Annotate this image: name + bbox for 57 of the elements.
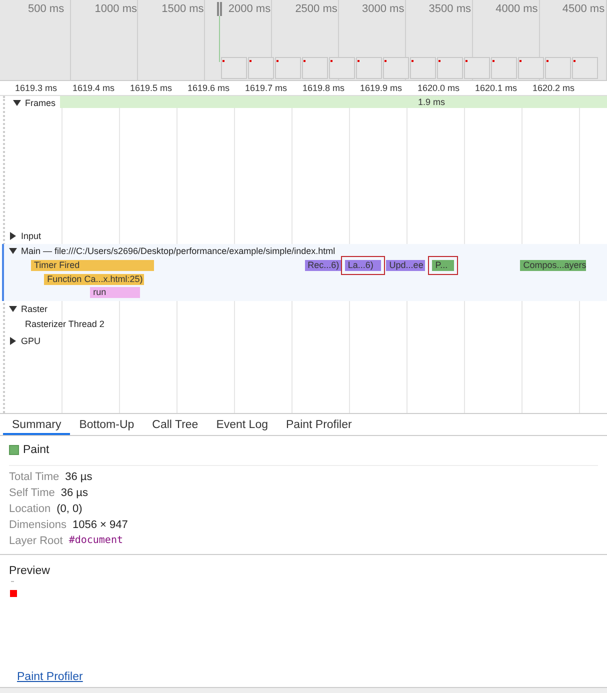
detail-value: 1056 × 947 — [72, 518, 128, 532]
overview-tick-label: 1000 ms — [94, 3, 137, 15]
event-title: Paint — [23, 444, 50, 456]
caret-icon — [9, 337, 17, 345]
overview-tick-label: 3000 ms — [362, 3, 404, 15]
preview-thumbnail — [9, 581, 19, 599]
detail-value: 36 µs — [60, 486, 88, 500]
caret-icon — [13, 99, 21, 107]
detail-label: Location — [9, 502, 51, 516]
detail-value: (0, 0) — [56, 502, 82, 516]
event-block[interactable]: Rec...6) — [304, 260, 342, 271]
detail-value: #document — [68, 534, 123, 548]
caret-icon — [9, 305, 17, 313]
panel-tab[interactable]: Bottom-Up — [70, 414, 144, 435]
detail-label: Self Time — [9, 486, 55, 500]
event-block[interactable]: Timer Fired — [30, 260, 154, 271]
track-header[interactable]: Frames — [5, 96, 60, 110]
ruler-tick-label: 1619.9 ms — [360, 83, 402, 93]
event-block[interactable]: P... — [432, 260, 454, 271]
detail-label: Layer Root — [9, 534, 63, 548]
ruler-tick-label: 1619.4 ms — [72, 83, 115, 93]
overview-tick-label: 2500 ms — [295, 3, 338, 15]
detail-label: Dimensions — [9, 518, 66, 532]
preview-heading: Preview — [9, 565, 50, 577]
thread-label[interactable]: Rasterizer Thread 2 — [5, 316, 124, 332]
ruler-tick-label: 1620.1 ms — [475, 83, 518, 93]
panel-tab[interactable]: Summary — [3, 414, 70, 435]
event-block[interactable]: run — [90, 287, 140, 298]
ruler-tick-label: 1619.6 ms — [188, 83, 230, 93]
selection-handle[interactable] — [217, 2, 223, 62]
panel-tab[interactable]: Event Log — [207, 414, 277, 435]
event-block[interactable]: Compos...ayers — [520, 260, 586, 271]
overview-tick-label: 500 ms — [28, 3, 64, 15]
track-header[interactable]: GPU — [5, 334, 45, 348]
event-block[interactable]: Upd...ee — [386, 260, 426, 271]
panel-tab[interactable]: Paint Profiler — [277, 414, 361, 435]
track-header[interactable]: Raster — [5, 302, 52, 316]
panel-tab[interactable]: Call Tree — [143, 414, 208, 435]
ruler-tick-label: 1619.3 ms — [15, 83, 58, 93]
overview-tick-label: 3500 ms — [428, 3, 471, 15]
ruler-tick-label: 1619.7 ms — [245, 83, 288, 93]
event-block[interactable]: La...6) — [344, 260, 382, 271]
ruler-tick-label: 1620.0 ms — [418, 83, 460, 93]
paint-profiler-link[interactable]: Paint Profiler — [17, 671, 83, 683]
overview-tick-label: 4500 ms — [562, 3, 605, 15]
ruler-tick-label: 1620.2 ms — [532, 83, 575, 93]
track-header[interactable]: Main — file:///C:/Users/s2696/Desktop/performance/example/simple/index.html — [5, 244, 340, 258]
ruler-tick-label: 1619.5 ms — [130, 83, 172, 93]
track-header[interactable]: Input — [5, 229, 46, 243]
overview-tick-label: 1500 ms — [162, 3, 204, 15]
detail-label: Total Time — [9, 470, 60, 484]
overview-tick-label: 2000 ms — [228, 3, 271, 15]
detail-value: 36 µs — [65, 470, 92, 484]
event-block[interactable]: Function Ca...x.html:25) — [44, 274, 144, 284]
overview-tick-label: 4000 ms — [496, 3, 538, 15]
frame-duration: 1.9 ms — [418, 97, 446, 107]
ruler-tick-label: 1619.8 ms — [302, 83, 345, 93]
